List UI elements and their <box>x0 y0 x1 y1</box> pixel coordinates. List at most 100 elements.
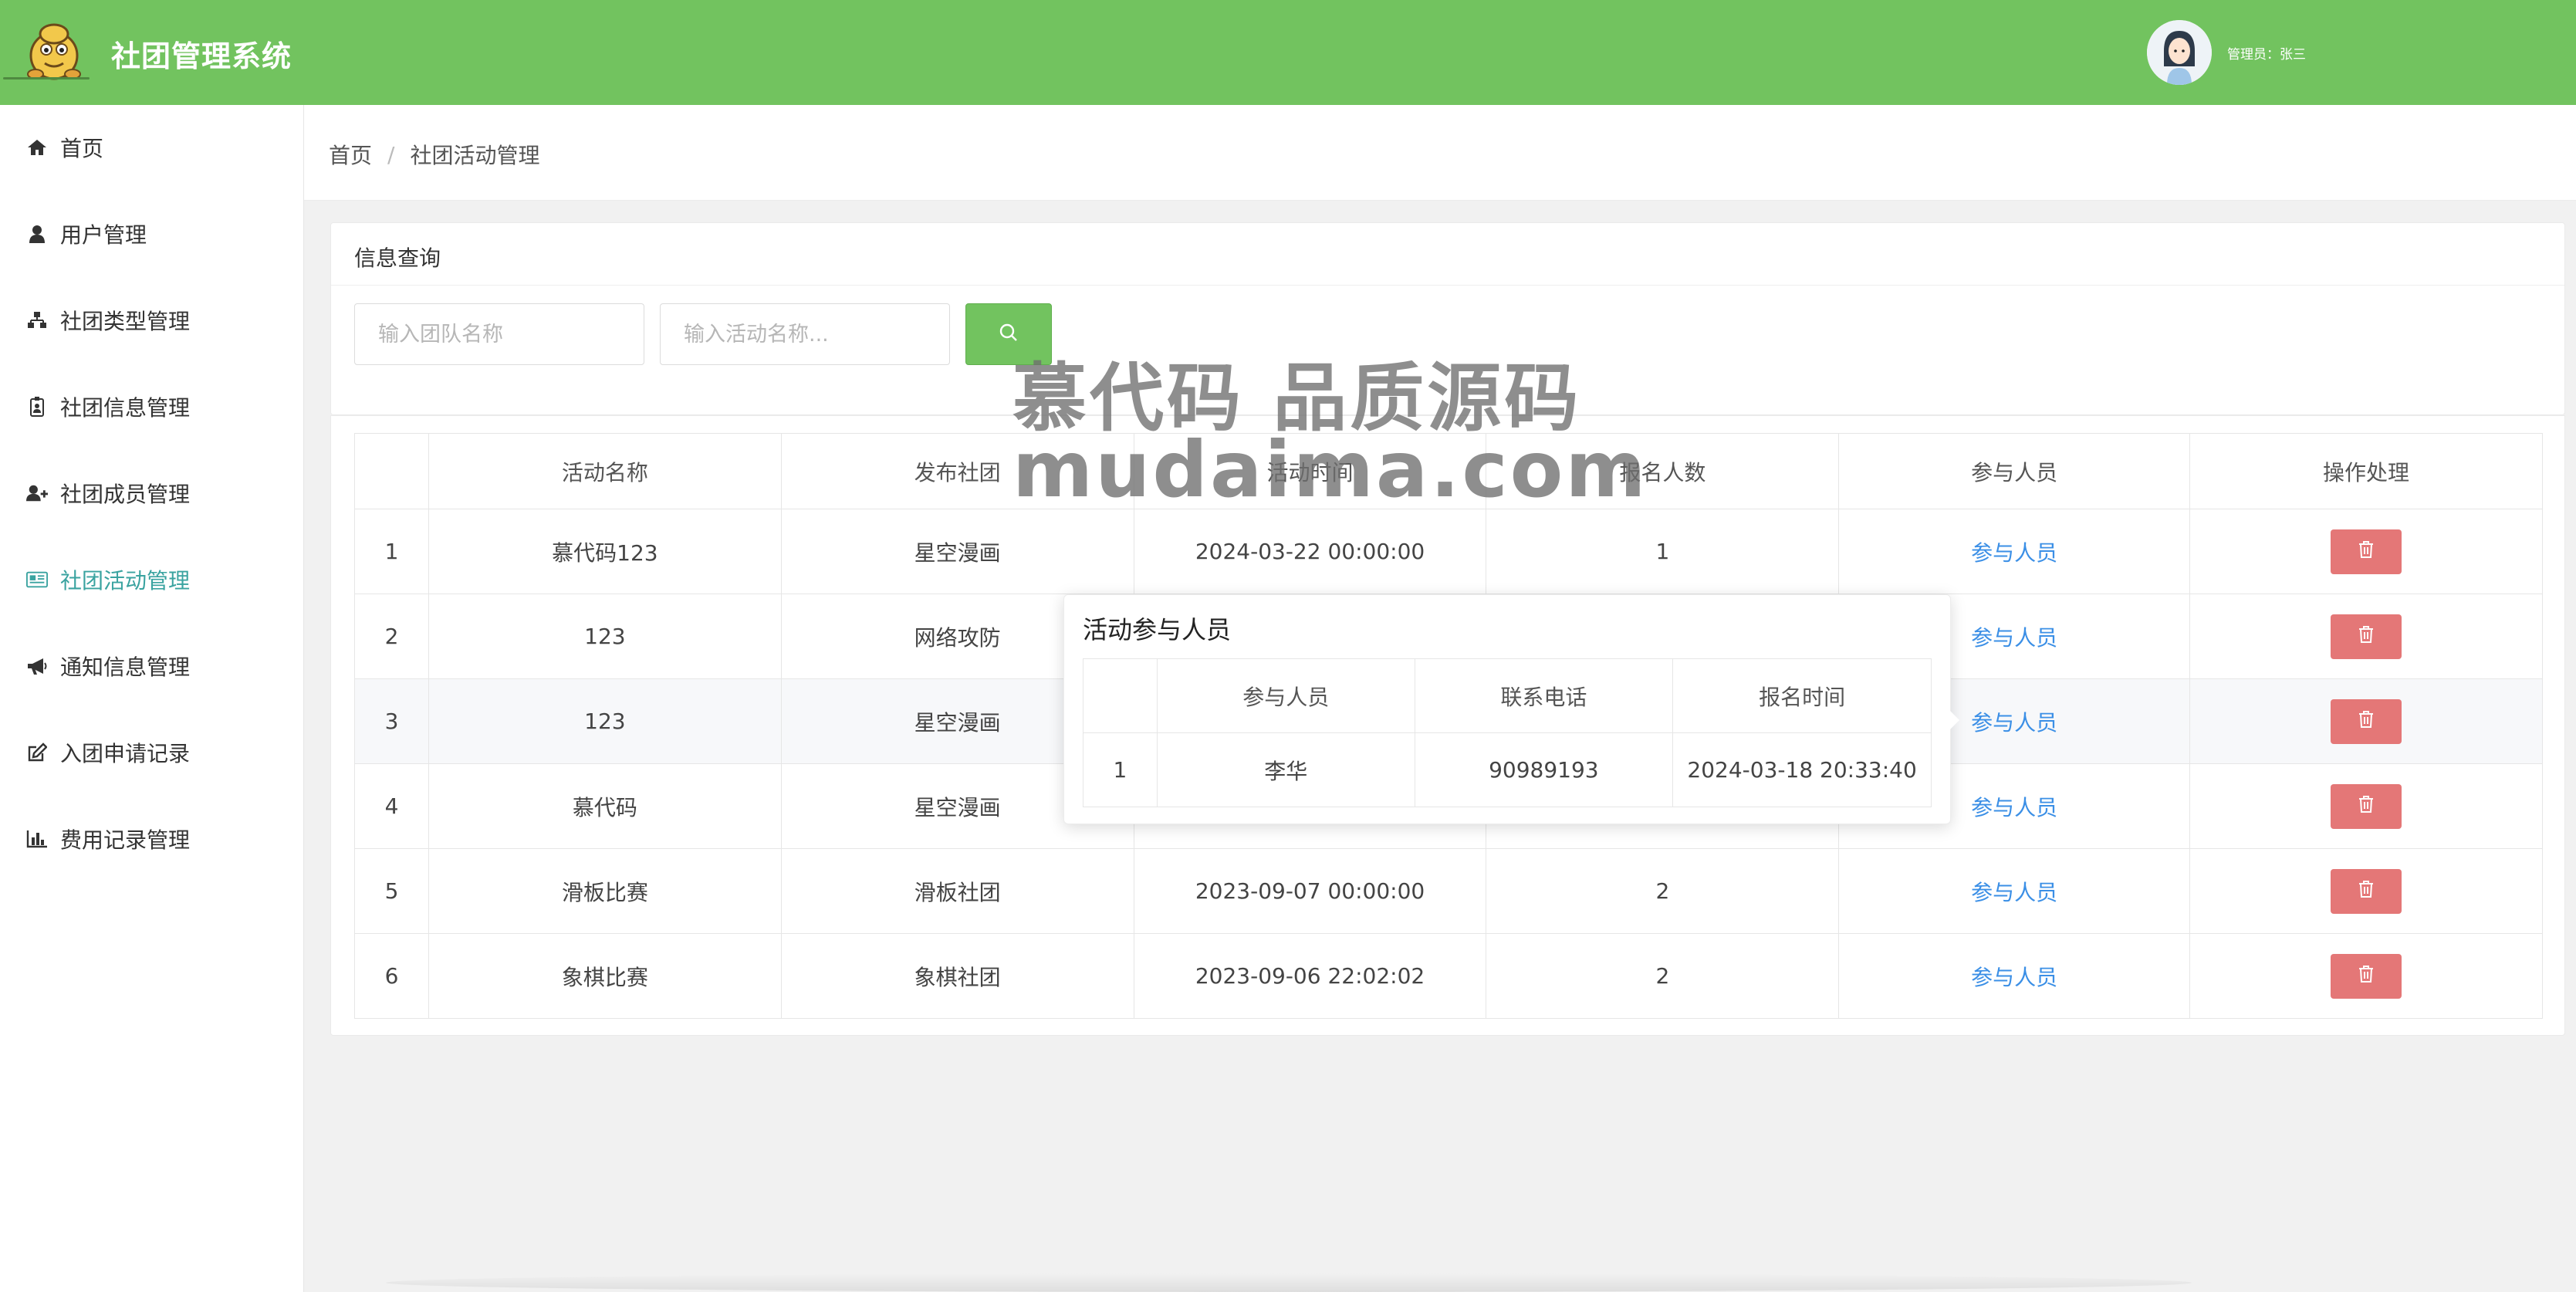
app-title: 社团管理系统 <box>111 39 292 73</box>
sidebar-item-label: 社团活动管理 <box>60 568 191 594</box>
participants-link[interactable]: 参与人员 <box>1971 795 2057 820</box>
column-header: 联系电话 <box>1414 658 1674 733</box>
table-row: 1 慕代码123 星空漫画 2024-03-22 00:00:00 1 参与人员 <box>354 509 2543 594</box>
trash-icon <box>2358 709 2375 734</box>
participants-link[interactable]: 参与人员 <box>1971 710 2057 736</box>
user-icon <box>26 223 48 245</box>
participants-table: 参与人员 联系电话 报名时间 1 李华 90989193 2024-03-18 … <box>1083 658 1932 807</box>
signup-count: 1 <box>1486 509 1840 594</box>
breadcrumb-current: 社团活动管理 <box>410 143 540 168</box>
participants-cell: 参与人员 <box>1838 933 2191 1019</box>
delete-button[interactable] <box>2331 698 2402 744</box>
team-name-input[interactable] <box>354 303 644 365</box>
participants-popover: 活动参与人员 参与人员 联系电话 报名时间 1 李华 90989193 2024… <box>1063 594 1959 824</box>
activity-time: 2023-09-07 00:00:00 <box>1133 848 1487 934</box>
delete-button[interactable] <box>2331 953 2402 999</box>
watermark-url: mudaima.com <box>1012 424 1648 515</box>
bullhorn-icon <box>26 655 48 677</box>
admin-name[interactable]: 管理员：张三 <box>2227 43 2306 63</box>
logo-underline <box>3 77 90 79</box>
participants-link[interactable]: 参与人员 <box>1971 965 2057 990</box>
column-header: 操作处理 <box>2189 433 2543 509</box>
signup-time: 2024-03-18 20:33:40 <box>1672 732 1932 807</box>
trash-icon <box>2358 963 2375 989</box>
user-plus-icon <box>26 482 48 504</box>
activity-name: 象棋比赛 <box>428 933 782 1019</box>
edit-icon <box>26 742 48 763</box>
table-row: 6 象棋比赛 象棋社团 2023-09-06 22:02:02 2 参与人员 <box>354 933 2543 1019</box>
row-index: 1 <box>354 509 429 594</box>
popover-title: 活动参与人员 <box>1083 615 1232 644</box>
row-index: 6 <box>354 933 429 1019</box>
sidebar-item-club-members[interactable]: 社团成员管理 <box>0 466 304 520</box>
bar-chart-icon <box>26 828 48 850</box>
participants-cell: 参与人员 <box>1838 848 2191 934</box>
sidebar-item-label: 社团信息管理 <box>60 395 191 421</box>
home-icon <box>26 137 48 158</box>
activity-time: 2023-09-06 22:02:02 <box>1133 933 1487 1019</box>
sidebar-item-label: 费用记录管理 <box>60 827 191 853</box>
activity-name: 123 <box>428 678 782 764</box>
table-row: 1 李华 90989193 2024-03-18 20:33:40 <box>1083 732 1932 807</box>
activity-name: 123 <box>428 594 782 679</box>
activity-name: 滑板比赛 <box>428 848 782 934</box>
breadcrumb: 首页 / 社团活动管理 <box>329 139 539 170</box>
breadcrumb-home[interactable]: 首页 <box>329 139 372 170</box>
delete-button[interactable] <box>2331 529 2402 574</box>
query-title: 信息查询 <box>354 245 441 271</box>
row-index: 3 <box>354 678 429 764</box>
bottom-shadow <box>386 1273 2192 1292</box>
delete-button[interactable] <box>2331 868 2402 914</box>
delete-button[interactable] <box>2331 614 2402 659</box>
actions-cell <box>2189 933 2543 1019</box>
column-header: 报名时间 <box>1672 658 1932 733</box>
participant-name: 李华 <box>1156 732 1415 807</box>
row-index: 4 <box>354 763 429 849</box>
sidebar-item-club-types[interactable]: 社团类型管理 <box>0 293 304 347</box>
sidebar-item-club-info[interactable]: 社团信息管理 <box>0 380 304 434</box>
trash-icon <box>2358 624 2375 649</box>
sidebar: 首页 用户管理 社团类型管理 社团信息管理 社团成员管理 社团活动管理 通知信息… <box>0 105 304 1292</box>
admin-avatar[interactable] <box>2147 20 2212 85</box>
sidebar-item-label: 社团类型管理 <box>60 309 191 334</box>
newspaper-icon <box>26 569 48 590</box>
row-index: 1 <box>1083 732 1158 807</box>
actions-cell <box>2189 594 2543 679</box>
sidebar-item-label: 通知信息管理 <box>60 654 191 680</box>
sidebar-item-home[interactable]: 首页 <box>0 120 304 174</box>
trash-icon <box>2358 539 2375 564</box>
club-name: 星空漫画 <box>780 509 1134 594</box>
participants-link[interactable]: 参与人员 <box>1971 625 2057 651</box>
sidebar-item-label: 首页 <box>60 136 104 161</box>
participants-cell: 参与人员 <box>1838 509 2191 594</box>
sidebar-item-label: 入团申请记录 <box>60 741 191 766</box>
breadcrumb-separator: / <box>387 141 395 167</box>
table-header-row: 参与人员 联系电话 报名时间 <box>1083 658 1932 733</box>
sidebar-item-users[interactable]: 用户管理 <box>0 207 304 261</box>
table-row: 5 滑板比赛 滑板社团 2023-09-07 00:00:00 2 参与人员 <box>354 848 2543 934</box>
sidebar-item-join-requests[interactable]: 入团申请记录 <box>0 725 304 780</box>
actions-cell <box>2189 763 2543 849</box>
delete-button[interactable] <box>2331 783 2402 829</box>
logo-icon <box>15 15 93 82</box>
participants-link[interactable]: 参与人员 <box>1971 880 2057 905</box>
sidebar-item-club-activities[interactable]: 社团活动管理 <box>0 553 304 607</box>
id-card-icon <box>26 396 48 418</box>
row-index: 5 <box>354 848 429 934</box>
activity-name-input[interactable] <box>660 303 950 365</box>
sidebar-item-label: 用户管理 <box>60 222 147 248</box>
participants-link[interactable]: 参与人员 <box>1971 540 2057 566</box>
signup-count: 2 <box>1486 848 1840 934</box>
popover-arrow <box>1950 711 1959 729</box>
activity-time: 2024-03-22 00:00:00 <box>1133 509 1487 594</box>
actions-cell <box>2189 509 2543 594</box>
sidebar-item-notices[interactable]: 通知信息管理 <box>0 639 304 693</box>
sidebar-item-label: 社团成员管理 <box>60 482 191 507</box>
column-header: 活动名称 <box>428 433 782 509</box>
column-header: 参与人员 <box>1838 433 2191 509</box>
breadcrumb-bar: 首页 / 社团活动管理 <box>304 105 2576 201</box>
column-header <box>354 433 429 509</box>
trash-icon <box>2358 793 2375 819</box>
sidebar-item-fees[interactable]: 费用记录管理 <box>0 812 304 866</box>
activity-name: 慕代码 <box>428 763 782 849</box>
